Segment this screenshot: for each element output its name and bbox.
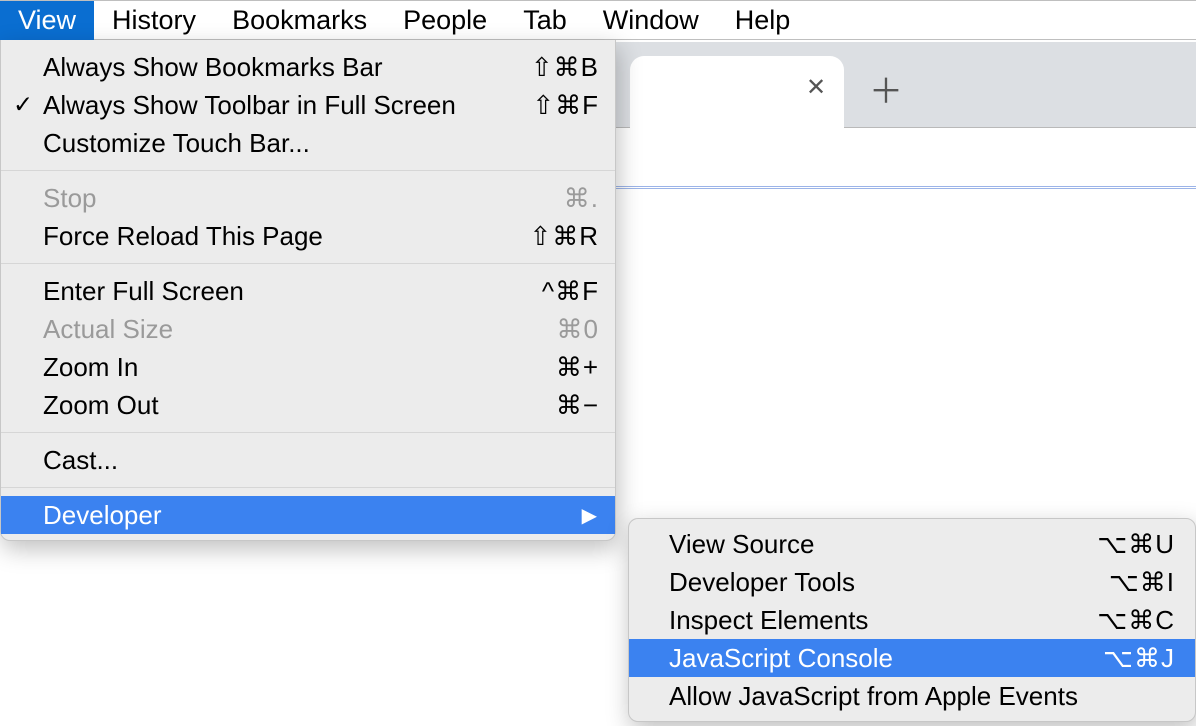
menu-item-inspect-elements[interactable]: Inspect Elements ⌥⌘C: [629, 601, 1195, 639]
menu-item-always-show-bookmarks-bar[interactable]: Always Show Bookmarks Bar ⇧⌘B: [1, 48, 615, 86]
menu-item-label: Enter Full Screen: [43, 276, 542, 307]
menubar-item-people[interactable]: People: [385, 1, 505, 40]
menu-item-javascript-console[interactable]: JavaScript Console ⌥⌘J: [629, 639, 1195, 677]
menu-separator: [1, 170, 615, 171]
menu-item-shortcut: ⌥⌘J: [1103, 643, 1175, 674]
menu-item-label: Allow JavaScript from Apple Events: [669, 681, 1175, 712]
menu-item-label: Inspect Elements: [669, 605, 1097, 636]
menu-item-shortcut: ⌥⌘U: [1097, 529, 1175, 560]
menu-item-shortcut: ^⌘F: [542, 276, 599, 307]
menu-item-shortcut: ⇧⌘F: [532, 90, 599, 121]
chevron-right-icon: ▶: [582, 503, 597, 528]
menu-item-shortcut: ⌥⌘I: [1109, 567, 1175, 598]
new-tab-button[interactable]: ＋: [866, 72, 906, 112]
menu-item-force-reload[interactable]: Force Reload This Page ⇧⌘R: [1, 217, 615, 255]
menu-item-shortcut: ⌘+: [556, 352, 599, 383]
menu-item-label: Always Show Toolbar in Full Screen: [43, 90, 532, 121]
menu-item-label: Zoom In: [43, 352, 556, 383]
menu-item-always-show-toolbar-fullscreen[interactable]: ✓ Always Show Toolbar in Full Screen ⇧⌘F: [1, 86, 615, 124]
menu-item-shortcut: ⌘0: [557, 314, 599, 345]
menu-item-label: Customize Touch Bar...: [43, 128, 599, 159]
menu-item-developer[interactable]: Developer ▶: [1, 496, 615, 534]
menu-item-customize-touch-bar[interactable]: Customize Touch Bar...: [1, 124, 615, 162]
menu-item-shortcut: ⌘−: [556, 390, 599, 421]
menu-item-zoom-in[interactable]: Zoom In ⌘+: [1, 348, 615, 386]
menu-separator: [1, 432, 615, 433]
close-icon[interactable]: ✕: [806, 78, 826, 98]
menu-item-actual-size: Actual Size ⌘0: [1, 310, 615, 348]
browser-tab[interactable]: ✕: [630, 56, 844, 128]
developer-submenu: View Source ⌥⌘U Developer Tools ⌥⌘I Insp…: [628, 518, 1196, 722]
menu-item-label: Stop: [43, 183, 564, 214]
menu-item-label: Developer: [43, 500, 599, 531]
menu-item-label: Always Show Bookmarks Bar: [43, 52, 531, 83]
menu-item-label: View Source: [669, 529, 1097, 560]
menu-item-stop: Stop ⌘.: [1, 179, 615, 217]
menu-separator: [1, 487, 615, 488]
menubar-item-history[interactable]: History: [94, 1, 214, 40]
check-icon: ✓: [13, 91, 33, 120]
menu-item-label: Zoom Out: [43, 390, 556, 421]
menu-item-view-source[interactable]: View Source ⌥⌘U: [629, 525, 1195, 563]
menu-item-cast[interactable]: Cast...: [1, 441, 615, 479]
menu-item-shortcut: ⌥⌘C: [1097, 605, 1175, 636]
menu-item-allow-js-apple-events[interactable]: Allow JavaScript from Apple Events: [629, 677, 1195, 715]
menu-item-label: JavaScript Console: [669, 643, 1103, 674]
menu-item-label: Developer Tools: [669, 567, 1109, 598]
menubar-item-bookmarks[interactable]: Bookmarks: [214, 1, 385, 40]
menubar-item-view[interactable]: View: [0, 1, 94, 40]
view-menu-dropdown: Always Show Bookmarks Bar ⇧⌘B ✓ Always S…: [0, 40, 616, 541]
menu-item-label: Actual Size: [43, 314, 557, 345]
menubar-item-tab[interactable]: Tab: [505, 1, 585, 40]
menubar-item-help[interactable]: Help: [717, 1, 809, 40]
menubar: View History Bookmarks People Tab Window…: [0, 0, 1196, 40]
menu-item-shortcut: ⌘.: [564, 183, 599, 214]
menu-item-shortcut: ⇧⌘B: [531, 52, 599, 83]
menu-item-label: Force Reload This Page: [43, 221, 529, 252]
menu-item-shortcut: ⇧⌘R: [529, 221, 599, 252]
menu-item-zoom-out[interactable]: Zoom Out ⌘−: [1, 386, 615, 424]
menu-item-enter-full-screen[interactable]: Enter Full Screen ^⌘F: [1, 272, 615, 310]
menubar-item-window[interactable]: Window: [585, 1, 717, 40]
menu-item-label: Cast...: [43, 445, 599, 476]
menu-item-developer-tools[interactable]: Developer Tools ⌥⌘I: [629, 563, 1195, 601]
menu-separator: [1, 263, 615, 264]
